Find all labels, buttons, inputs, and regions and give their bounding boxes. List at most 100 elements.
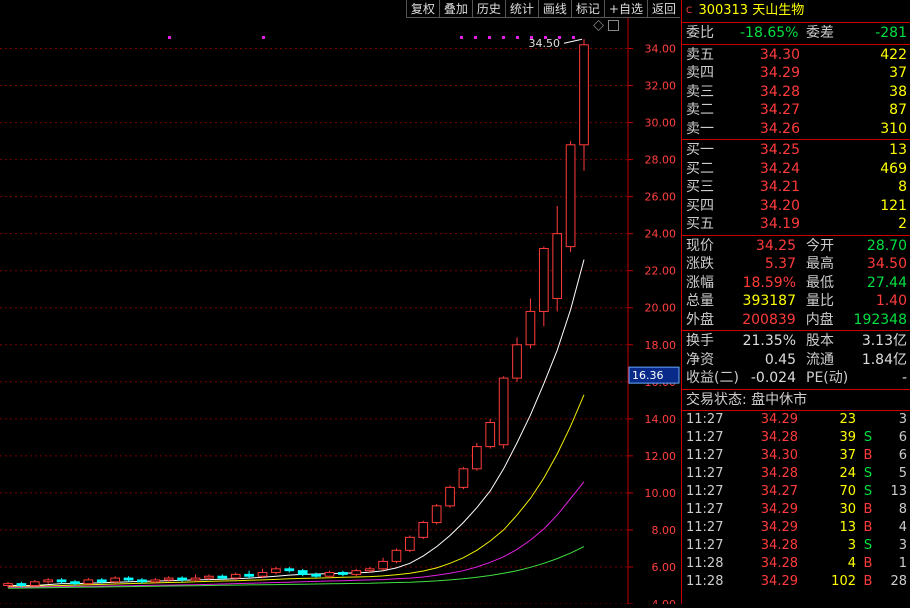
candle-body[interactable] — [163, 577, 174, 581]
candle-body[interactable] — [217, 575, 228, 579]
candle-body[interactable] — [538, 247, 549, 312]
candle-body[interactable] — [110, 577, 121, 583]
bids-row[interactable]: 买四 34.20 121 — [682, 197, 910, 216]
asks-volume: 37 — [889, 65, 907, 81]
candle-body[interactable] — [284, 568, 295, 572]
candle-body[interactable] — [190, 577, 201, 581]
candle-body[interactable] — [16, 583, 27, 586]
candle-body[interactable] — [485, 422, 496, 448]
tick-row[interactable]: 11:27 34.27 70 S 13 — [682, 483, 910, 501]
max-price-label: 34.50 — [529, 37, 561, 50]
candle-body[interactable] — [83, 579, 94, 585]
toolbar-item-0[interactable]: 复权 — [405, 0, 439, 18]
candle-body[interactable] — [525, 310, 536, 346]
candle-body[interactable] — [230, 573, 241, 579]
quote-value: 5.37 — [764, 256, 796, 272]
toolbar-item-1[interactable]: 叠加 — [438, 0, 472, 18]
tick-price: 34.28 — [760, 465, 798, 481]
toolbar-item-7[interactable]: 返回 — [646, 0, 680, 18]
tick-qty: 30 — [839, 501, 856, 517]
tick-list[interactable]: 11:27 34.29 23 3 11:27 34.28 39 S 6 11:27 34.30 37 B… — [682, 411, 910, 591]
candle-body[interactable] — [458, 468, 469, 488]
candle-body[interactable] — [257, 572, 268, 577]
candle-body[interactable] — [445, 486, 455, 507]
candle-body[interactable] — [351, 570, 362, 575]
quote-value: 27.44 — [866, 274, 907, 291]
bids-volume: 8 — [898, 179, 907, 195]
candle-body[interactable] — [512, 344, 522, 379]
tick-row[interactable]: 11:27 34.28 24 S 5 — [682, 465, 910, 483]
candle-body[interactable] — [391, 549, 402, 562]
signal-dot — [168, 36, 171, 39]
candle-body[interactable] — [405, 536, 415, 551]
candle-body[interactable] — [471, 446, 482, 470]
asks-price: 34.26 — [759, 120, 800, 137]
y-tick-label: 6.00 — [652, 561, 677, 574]
tick-row[interactable]: 11:28 34.28 4 B 1 — [682, 555, 910, 573]
diamond-icon[interactable] — [593, 20, 604, 31]
tick-row[interactable]: 11:27 34.30 37 B 6 — [682, 447, 910, 465]
tick-price: 34.29 — [760, 519, 798, 535]
tick-row[interactable]: 11:27 34.29 13 B 4 — [682, 519, 910, 537]
tick-row[interactable]: 11:28 34.29 102 B 28 — [682, 573, 910, 591]
candle-body[interactable] — [498, 377, 509, 446]
candle-body[interactable] — [418, 522, 429, 538]
current-price-label: 16.36 — [632, 369, 664, 382]
bids-row[interactable]: 买五 34.19 2 — [682, 215, 910, 234]
tick-row[interactable]: 11:27 34.29 30 B 8 — [682, 501, 910, 519]
toolbar-item-2[interactable]: 历史 — [471, 0, 505, 18]
candle-body[interactable] — [552, 233, 563, 299]
bids-row[interactable]: 买三 34.21 8 — [682, 178, 910, 197]
candle-body[interactable] — [70, 581, 80, 585]
tick-time: 11:27 — [686, 483, 724, 499]
candle-body[interactable] — [150, 579, 161, 583]
asks-row[interactable]: 卖五 34.30 422 — [682, 46, 910, 65]
finance-label: 收益(二) — [686, 370, 739, 386]
toolbar-item-3[interactable]: 统计 — [504, 0, 538, 18]
candle-body[interactable] — [244, 573, 254, 577]
candle-body[interactable] — [271, 568, 281, 574]
bids-row[interactable]: 买一 34.25 13 — [682, 141, 910, 160]
toolbar-item-6[interactable]: +自选 — [603, 0, 647, 18]
y-tick-label: 18.00 — [645, 339, 677, 352]
bids-volume: 2 — [898, 216, 907, 232]
candle-body[interactable] — [177, 577, 187, 581]
finance-value: 3.13亿 — [861, 333, 907, 349]
candle-body[interactable] — [431, 505, 442, 524]
candle-body[interactable] — [579, 44, 589, 146]
candle-body[interactable] — [29, 581, 40, 586]
candle-body[interactable] — [96, 579, 107, 583]
candle-body[interactable] — [56, 579, 67, 583]
candle-body[interactable] — [123, 577, 134, 581]
candle-body[interactable] — [338, 572, 348, 575]
ask-book: 卖五 34.30 422 卖四 34.29 37 卖三 34.28 38 卖二 34.27 87 卖一 3… — [682, 45, 910, 140]
candle-body[interactable] — [137, 579, 147, 583]
asks-row[interactable]: 卖一 34.26 310 — [682, 120, 910, 139]
finance-value: 1.84亿 — [861, 351, 907, 368]
tick-row[interactable]: 11:27 34.29 23 3 — [682, 411, 910, 429]
candle-body[interactable] — [565, 144, 576, 248]
candle-body[interactable] — [3, 583, 13, 586]
finance-summary: 换手 21.35% 股本 3.13亿 净资 0.45 流通 1.84亿 收益(二) -0.024 P… — [682, 331, 910, 390]
finance-row: 收益(二) -0.024 PE(动) - — [682, 369, 910, 388]
candle-body[interactable] — [311, 573, 321, 577]
window-toggle-icon[interactable] — [608, 20, 619, 31]
asks-row[interactable]: 卖二 34.27 87 — [682, 101, 910, 120]
toolbar-item-4[interactable]: 画线 — [537, 0, 571, 18]
tick-row[interactable]: 11:27 34.28 39 S 6 — [682, 429, 910, 447]
candle-body[interactable] — [204, 575, 214, 579]
toolbar-item-5[interactable]: 标记 — [570, 0, 604, 18]
asks-row[interactable]: 卖四 34.29 37 — [682, 64, 910, 83]
candle-body[interactable] — [378, 560, 388, 570]
kline-svg[interactable]: 34.00 32.00 30.00 28.00 26.00 24.00 22.00 20.00… — [0, 0, 680, 608]
tick-row[interactable]: 11:27 34.28 3 S 3 — [682, 537, 910, 555]
candle-body[interactable] — [324, 572, 335, 577]
kline-chart[interactable]: 34.00 32.00 30.00 28.00 26.00 24.00 22.00 20.00… — [0, 0, 680, 608]
quote-value: 192348 — [853, 311, 907, 328]
candle-body[interactable] — [364, 568, 375, 572]
bids-row[interactable]: 买二 34.24 469 — [682, 160, 910, 179]
candle-body[interactable] — [43, 579, 54, 583]
tick-time: 11:27 — [686, 465, 724, 481]
candle-body[interactable] — [297, 570, 308, 575]
asks-row[interactable]: 卖三 34.28 38 — [682, 83, 910, 102]
